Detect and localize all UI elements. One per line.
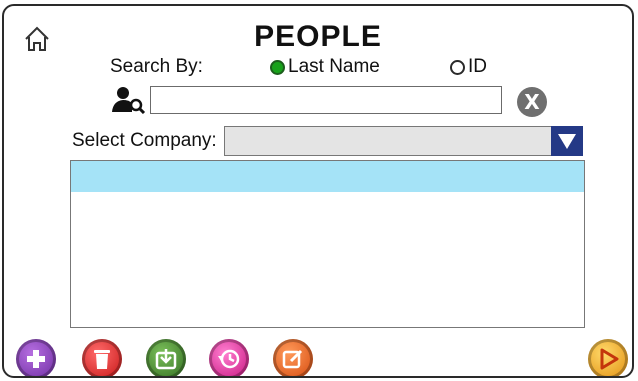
edit-button[interactable] xyxy=(273,339,313,376)
select-company-label: Select Company: xyxy=(72,130,217,151)
radio-selected-icon xyxy=(270,59,285,75)
search-input[interactable] xyxy=(150,86,502,114)
delete-button[interactable] xyxy=(82,339,122,376)
people-list[interactable] xyxy=(70,160,585,328)
list-item[interactable] xyxy=(71,161,584,192)
radio-id-label: ID xyxy=(468,56,487,77)
export-button[interactable] xyxy=(146,339,186,376)
clear-search-button[interactable]: X xyxy=(517,87,547,117)
app-window: PEOPLE Search By: Last Name ID X Select … xyxy=(2,4,634,378)
company-dropdown-button[interactable] xyxy=(551,126,583,156)
trash-icon xyxy=(94,350,110,369)
plus-icon xyxy=(27,350,45,368)
history-clock-icon xyxy=(218,349,240,369)
edit-pencil-icon xyxy=(282,349,303,369)
radio-unselected-icon xyxy=(450,59,465,75)
play-arrow-icon xyxy=(600,348,619,370)
page-title: PEOPLE xyxy=(254,20,382,53)
next-button[interactable] xyxy=(588,339,628,376)
add-button[interactable] xyxy=(16,339,56,376)
company-select[interactable] xyxy=(224,126,583,156)
search-by-label: Search By: xyxy=(110,56,203,77)
history-button[interactable] xyxy=(209,339,249,376)
person-search-icon xyxy=(112,87,146,114)
close-icon: X xyxy=(524,90,540,114)
radio-last-name[interactable]: Last Name xyxy=(270,56,380,78)
triangle-down-icon xyxy=(558,134,576,149)
download-tray-icon xyxy=(155,349,177,370)
radio-last-name-label: Last Name xyxy=(288,56,380,77)
radio-id[interactable]: ID xyxy=(450,56,487,78)
